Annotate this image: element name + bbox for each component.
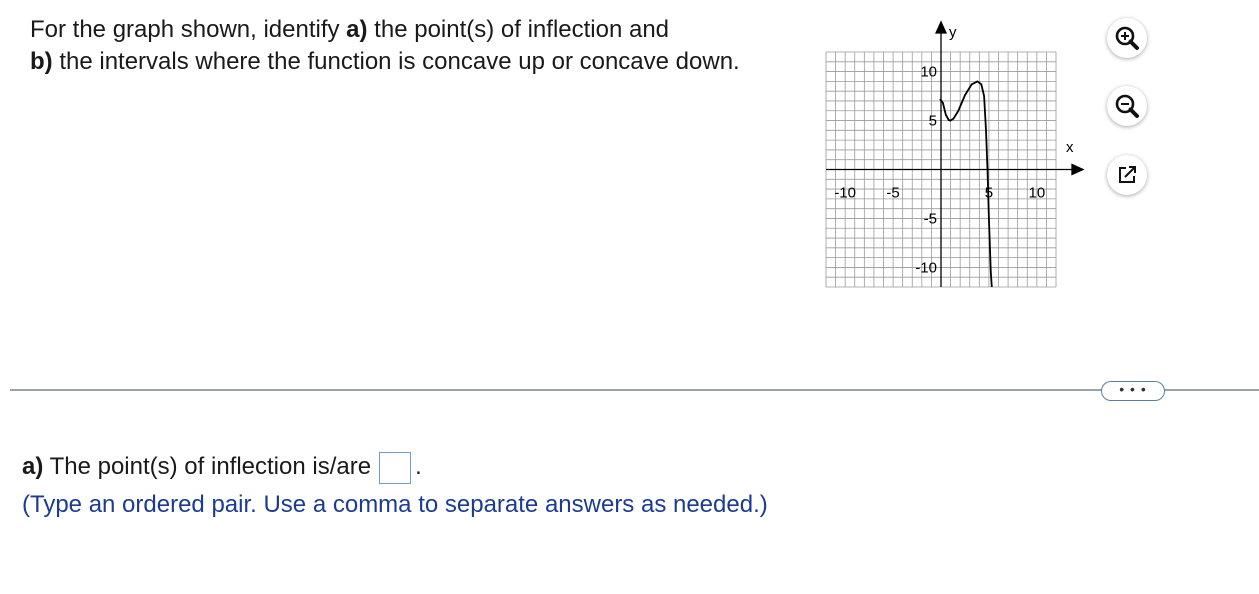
more-options-button[interactable]: • • • [1101,381,1165,401]
y-axis-label: y [949,24,957,41]
zoom-in-icon [1115,26,1139,50]
y-tick-label: -10 [915,259,937,276]
x-tick-label: 10 [1028,185,1045,202]
y-tick-label: 5 [929,113,937,130]
popout-icon [1119,166,1136,183]
zoom-in-button[interactable] [1107,18,1147,58]
y-tick-label: 10 [920,64,937,81]
section-divider [10,389,1259,391]
x-tick-label: -5 [886,185,899,202]
answer-hint: (Type an ordered pair. Use a comma to se… [22,491,768,518]
popout-button[interactable] [1107,155,1147,195]
x-tick-label: -10 [834,185,856,202]
question-part-a-label: a) [346,16,368,43]
function-graph: -10 -5 5 10105-5-10 x y [825,20,1085,288]
question-part-b-label: b) [30,48,53,75]
inflection-point-input[interactable] [379,451,412,484]
y-tick-label: -5 [924,210,937,227]
answer-a-row: a) The point(s) of inflection is/are. [22,450,422,484]
answer-a-label: a) [22,453,44,480]
zoom-out-icon [1115,94,1139,118]
question-part: For the graph shown, identify [30,16,347,43]
zoom-out-button[interactable] [1107,86,1147,126]
answer-a-prompt: The point(s) of inflection is/are [43,453,372,480]
question-text: For the graph shown, identify a) the poi… [30,14,750,78]
answer-a-period: . [415,453,422,480]
x-axis-label: x [1066,139,1074,156]
question-part: the intervals where the function is conc… [52,48,740,75]
question-part: the point(s) of inflection and [367,16,670,43]
